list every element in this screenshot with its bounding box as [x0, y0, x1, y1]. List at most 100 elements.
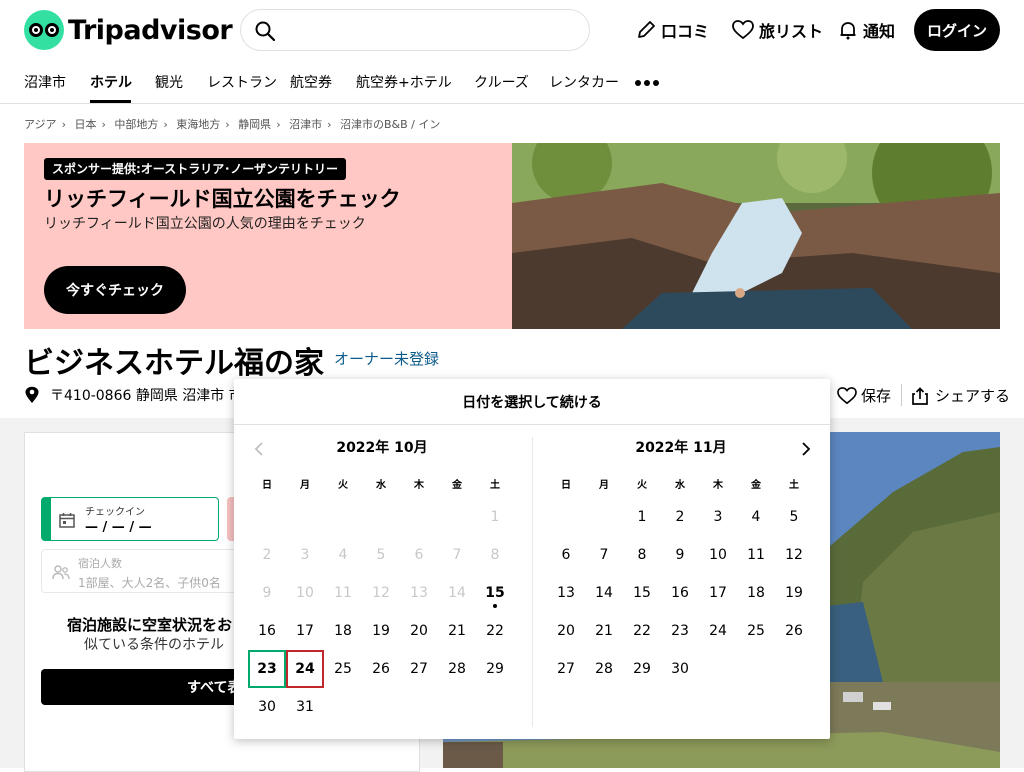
nav-item-hotels[interactable]: ホテル [90, 72, 132, 92]
breadcrumb-item[interactable]: 静岡県 [238, 118, 271, 131]
login-button[interactable]: ログイン [914, 9, 1000, 51]
calendar-day[interactable]: 29 [476, 650, 514, 688]
check-now-button[interactable]: 今すぐチェック [44, 266, 186, 314]
share-button[interactable]: シェアする [911, 385, 1010, 406]
calendar-day[interactable]: 15 [476, 574, 514, 612]
calendar-day[interactable]: 5 [775, 498, 813, 536]
calendar-day[interactable]: 22 [476, 612, 514, 650]
calendar-day[interactable]: 8 [623, 536, 661, 574]
calendar-day[interactable]: 11 [737, 536, 775, 574]
owner-unregistered-link[interactable]: オーナー未登録 [334, 348, 439, 369]
calendar-day[interactable]: 25 [324, 650, 362, 688]
more-menu-icon[interactable] [635, 80, 659, 86]
calendar-day[interactable]: 26 [775, 612, 813, 650]
nav-item-cruises[interactable]: クルーズ [474, 72, 529, 92]
calendar-day[interactable]: 24 [286, 650, 324, 688]
calendar-day[interactable]: 12 [775, 536, 813, 574]
notify-link[interactable]: 通知 [838, 18, 895, 42]
calendar-day[interactable]: 24 [699, 612, 737, 650]
calendar-day[interactable]: 14 [585, 574, 623, 612]
guests-field[interactable]: 宿泊人数 1部屋、大人2名、子供0名 [41, 549, 257, 593]
search-box[interactable] [240, 9, 590, 51]
logo-text: Tripadvisor [68, 14, 233, 46]
nav-item-attractions[interactable]: 観光 [155, 72, 183, 92]
divider [901, 384, 902, 406]
breadcrumb-item[interactable]: 沼津市のB&B / イン [340, 118, 440, 131]
month-title-november: 2022年 11月 [635, 440, 727, 456]
calendar-day[interactable]: 31 [286, 688, 324, 726]
calendar-day[interactable]: 28 [438, 650, 476, 688]
hotel-name: ビジネスホテル福の家 [24, 346, 324, 381]
calendar-day[interactable]: 23 [661, 612, 699, 650]
review-link[interactable]: 口コミ [636, 18, 709, 42]
calendar-day[interactable]: 25 [737, 612, 775, 650]
calendar-day[interactable]: 20 [400, 612, 438, 650]
waterfall-photo[interactable] [512, 143, 1000, 329]
calendar-day: 9 [262, 585, 272, 601]
calendar-day[interactable]: 27 [547, 650, 585, 688]
category-nav: 沼津市 ホテル 観光 レストラン 航空券 航空券+ホテル クルーズ レンタカー [0, 60, 1024, 104]
calendar-day[interactable]: 19 [775, 574, 813, 612]
hotel-address[interactable]: 〒410-0866 静岡県 沼津市 市 [24, 385, 243, 405]
review-label: 口コミ [661, 22, 710, 41]
calendar-day[interactable]: 30 [248, 688, 286, 726]
breadcrumb-item[interactable]: 東海地方 [176, 118, 220, 131]
nav-item-rental-cars[interactable]: レンタカー [549, 72, 619, 92]
calendar-day[interactable]: 7 [585, 536, 623, 574]
save-button[interactable]: 保存 [837, 385, 891, 406]
calendar-day[interactable]: 13 [547, 574, 585, 612]
calendar-day[interactable]: 26 [362, 650, 400, 688]
calendar-day: 7 [452, 547, 462, 563]
popup-pointer [222, 458, 234, 482]
calendar-day[interactable]: 16 [661, 574, 699, 612]
guests-label: 宿泊人数 [78, 557, 122, 570]
calendar-day[interactable]: 9 [661, 536, 699, 574]
breadcrumb-item[interactable]: 沼津市 [289, 118, 322, 131]
checkin-field[interactable]: チェックイン — / — / — [41, 497, 219, 541]
nav-item-flight-hotel[interactable]: 航空券+ホテル [356, 72, 452, 92]
calendar-day[interactable]: 3 [699, 498, 737, 536]
calendar-day[interactable]: 27 [400, 650, 438, 688]
nav-item-flights[interactable]: 航空券 [290, 72, 332, 92]
calendar-day[interactable]: 21 [438, 612, 476, 650]
calendar-day[interactable]: 22 [623, 612, 661, 650]
weekday-label: 月 [300, 480, 310, 491]
calendar-day[interactable]: 30 [661, 650, 699, 688]
calendar-day[interactable]: 29 [623, 650, 661, 688]
search-icon [255, 21, 275, 41]
trips-link[interactable]: 旅リスト [732, 18, 823, 42]
weekday-label: 火 [338, 480, 348, 491]
calendar-day[interactable]: 20 [547, 612, 585, 650]
availability-text: 宿泊施設に空室状況をお [67, 616, 233, 634]
calendar-day[interactable]: 18 [737, 574, 775, 612]
calendar-day[interactable]: 15 [623, 574, 661, 612]
nav-item-restaurants[interactable]: レストラン [207, 72, 277, 92]
calendar-day[interactable]: 10 [699, 536, 737, 574]
calendar-day[interactable]: 19 [362, 612, 400, 650]
calendar-day: 11 [334, 585, 352, 601]
calendar-day[interactable]: 23 [248, 650, 286, 688]
weekday-label: 金 [751, 480, 761, 491]
weekday-label: 木 [414, 480, 424, 491]
calendar-day[interactable]: 18 [324, 612, 362, 650]
search-input[interactable] [285, 18, 575, 42]
calendar-day[interactable]: 21 [585, 612, 623, 650]
calendar-day[interactable]: 17 [699, 574, 737, 612]
breadcrumb-item[interactable]: アジア [24, 118, 57, 131]
calendar-day[interactable]: 28 [585, 650, 623, 688]
calendar-day[interactable]: 2 [661, 498, 699, 536]
calendar-day[interactable]: 16 [248, 612, 286, 650]
header: Tripadvisor 口コミ 旅リスト 通知 ログイン [0, 0, 1024, 60]
nav-item-city[interactable]: 沼津市 [24, 72, 66, 92]
calendar-day[interactable]: 4 [737, 498, 775, 536]
calendar-day[interactable]: 17 [286, 612, 324, 650]
pencil-icon [638, 21, 655, 38]
date-picker-popup: 日付を選択して続ける 2022年 10月 2022年 11月 日月火水木金土12… [234, 379, 830, 739]
calendar-day[interactable]: 1 [623, 498, 661, 536]
breadcrumb-item[interactable]: 中部地方 [114, 118, 158, 131]
weekday-label: 火 [637, 480, 647, 491]
calendar-day[interactable]: 6 [547, 536, 585, 574]
tripadvisor-logo[interactable]: Tripadvisor [24, 10, 233, 50]
breadcrumb-item[interactable]: 日本 [74, 118, 96, 131]
save-label: 保存 [861, 387, 892, 405]
